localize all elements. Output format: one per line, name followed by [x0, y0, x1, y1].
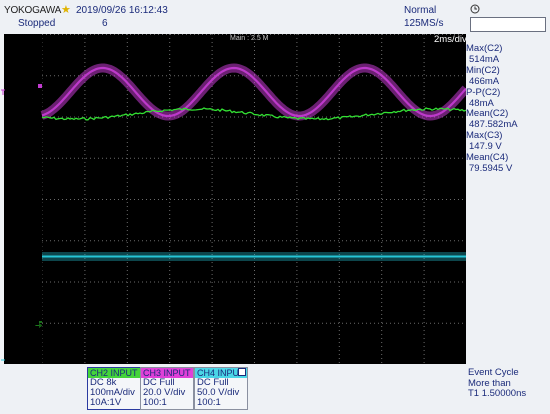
measure-value: 466mA [469, 75, 500, 87]
info-field[interactable] [470, 17, 546, 32]
timebase-label: 2ms/div [434, 34, 466, 45]
measurement-list: Max(C2) 514mA Min(C2) 466mA P-P(C2) 48mA… [466, 43, 550, 175]
left-marker-strip [1, 89, 5, 361]
expand-icon[interactable] [238, 368, 246, 376]
waveform-display[interactable]: Main : 2.5 M 2ms/div ⏚ [4, 34, 466, 364]
ch2-waveform [40, 63, 466, 121]
trigger-settings[interactable]: Event Cycle More than T1 1.50000ns [468, 367, 527, 400]
measure-label: P-P(C2) [466, 86, 501, 98]
trigger-mode: Event Cycle [468, 367, 519, 378]
clock-icon[interactable] [470, 4, 480, 14]
sample-rate: 125MS/s [404, 18, 444, 29]
ch2-ratio: 10A:1V [90, 397, 122, 408]
ch2-settings[interactable]: CH2 INPUT DC 8k 100mA/div 10A:1V [87, 367, 141, 410]
star-icon: ★ [61, 4, 71, 16]
zoom-label: Main : 2.5 M [230, 35, 269, 42]
waveform-canvas: Main : 2.5 M 2ms/div ⏚ [35, 34, 466, 363]
acquisition-mode: Normal [404, 5, 437, 16]
ch2-offset-marker[interactable] [38, 84, 42, 88]
ch3-settings[interactable]: CH3 INPUT DC Full 20.0 V/div 100:1 [140, 367, 194, 410]
ch4-ratio: 100:1 [197, 397, 221, 408]
ch4-settings[interactable]: CH4 INPUT DC Full 50.0 V/div 100:1 [194, 367, 248, 410]
datetime-display: 2019/09/26 16:12:43 [76, 5, 168, 16]
brand-logo: YOKOGAWA [4, 5, 62, 16]
acquisition-count: 6 [102, 18, 108, 29]
run-status: Stopped [18, 18, 56, 29]
ch3-ground-marker[interactable]: ⏚ [35, 321, 43, 329]
trigger-level: T1 1.50000ns [468, 388, 527, 399]
svg-text:⏚: ⏚ [35, 322, 43, 329]
ch3-ratio: 100:1 [143, 397, 167, 408]
ch4-waveform [42, 252, 466, 261]
measure-value: 79.5945 V [469, 162, 513, 174]
